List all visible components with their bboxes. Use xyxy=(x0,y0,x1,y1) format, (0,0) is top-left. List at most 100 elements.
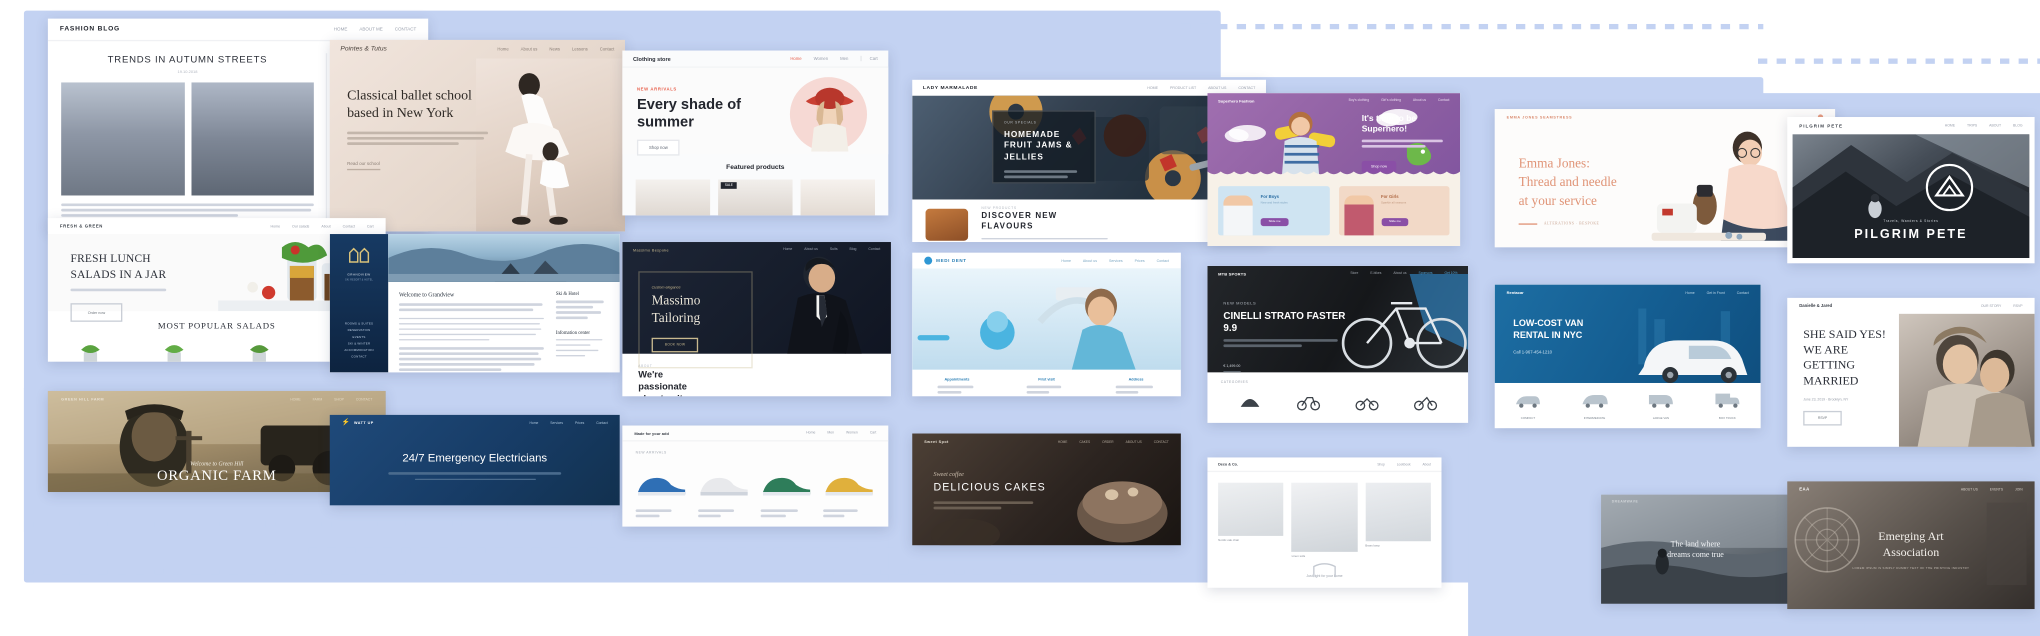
nav-item[interactable]: News xyxy=(549,47,560,52)
nav-item[interactable]: Lessons xyxy=(572,47,588,52)
product-item[interactable]: Brass lamp xyxy=(1365,482,1431,559)
order-button[interactable]: Order now xyxy=(70,303,123,323)
nav-item[interactable]: Contact xyxy=(868,247,880,251)
nav-item[interactable]: Home xyxy=(1061,259,1071,263)
vehicle-option[interactable]: COMPACT xyxy=(1513,391,1542,420)
product-thumb[interactable] xyxy=(800,179,876,216)
product-item[interactable]: Linen sofa xyxy=(1291,482,1358,559)
nav-item[interactable]: ROOMS & SUITES xyxy=(336,321,381,328)
nav-item[interactable]: Cart xyxy=(870,431,877,435)
nav-item[interactable]: Women xyxy=(846,431,858,435)
nav-item[interactable]: Prices xyxy=(1135,259,1145,263)
nav-item[interactable]: About us xyxy=(804,247,818,251)
nav-item[interactable]: Home xyxy=(497,47,508,52)
nav-item[interactable]: HOME xyxy=(1058,439,1068,443)
nav-item[interactable]: Services xyxy=(550,421,563,425)
card-dreams-sea[interactable]: DREAMWAVE The land where dreams come tru… xyxy=(1601,494,1790,604)
nav-item[interactable]: BLOG xyxy=(2013,124,2023,128)
nav-item[interactable]: Men xyxy=(840,56,848,61)
promo-button[interactable]: Slide me xyxy=(1260,218,1289,227)
nav-item[interactable]: Home xyxy=(1685,291,1694,295)
nav-item[interactable]: Services xyxy=(1109,259,1123,263)
card-shoe-shop[interactable]: Made for your add Home Men Women Cart NE… xyxy=(622,425,889,527)
feature-item[interactable]: Appointments xyxy=(937,376,977,396)
nav-item[interactable]: ORDER xyxy=(1102,439,1113,443)
card-van-rental[interactable]: Rentacar Home Get in Front Contact LOW-C… xyxy=(1494,284,1761,429)
nav-item[interactable]: RESERVATION xyxy=(336,328,381,335)
vehicle-option[interactable]: LARGE VAN xyxy=(1646,391,1675,420)
nav-item[interactable]: RSVP xyxy=(2013,304,2022,308)
price-link[interactable]: € 1,499.00 xyxy=(1223,364,1241,373)
nav-item[interactable]: About xyxy=(321,224,330,228)
product-thumb[interactable] xyxy=(635,179,711,216)
card-medi-dent[interactable]: MEDI DENT Home About us Services Prices … xyxy=(912,252,1181,397)
card-electricians[interactable]: ⚡ WATT UP Home Services Prices Contact 2… xyxy=(329,414,620,506)
card-massimo-tailoring[interactable]: Massimo Bespoke Home About us Suits Blog… xyxy=(622,242,891,397)
nav-item[interactable]: ACCOMMODATION xyxy=(336,348,381,355)
nav-item[interactable]: Home xyxy=(806,431,815,435)
card-kids-superhero[interactable]: Superhero Fashion Boy's clothing Girl's … xyxy=(1207,93,1461,247)
nav-item[interactable]: Contact xyxy=(1157,259,1169,263)
nav-item[interactable]: Contact xyxy=(596,421,607,425)
nav-item[interactable]: CONTACT xyxy=(1154,439,1169,443)
nav-item[interactable]: ABOUT xyxy=(1989,124,2001,128)
nav-item[interactable]: Home xyxy=(271,224,281,228)
nav-item[interactable]: Contact xyxy=(600,47,615,52)
nav-item[interactable]: HOME xyxy=(1147,86,1158,90)
cart-link[interactable]: Cart xyxy=(860,55,878,62)
nav-item[interactable]: Cart xyxy=(367,224,374,228)
nav-item[interactable]: Suits xyxy=(830,247,838,251)
feature-item[interactable]: Address xyxy=(1116,376,1156,396)
card-resort-hotel[interactable]: GRANDVIEW SKI RESORT & HOTEL ROOMS & SUI… xyxy=(329,234,620,373)
nav-item[interactable]: About us xyxy=(1083,259,1097,263)
nav-item[interactable]: Home xyxy=(783,247,792,251)
rsvp-button[interactable]: RSVP xyxy=(1803,410,1842,426)
card-clothing-store[interactable]: Clothing store Home Women Men Cart NEW A… xyxy=(622,50,889,216)
nav-item[interactable]: ABOUT US xyxy=(1208,86,1226,90)
promo-button[interactable]: Slide me xyxy=(1380,218,1409,227)
card-ballet-school[interactable]: Pointes & Tutus Home About us News Lesso… xyxy=(329,39,626,232)
nav-item[interactable]: CAKES xyxy=(1079,439,1090,443)
nav-item[interactable]: Contact xyxy=(343,224,355,228)
nav-item[interactable]: About xyxy=(1423,462,1431,466)
nav-item[interactable]: Blog xyxy=(850,247,857,251)
book-now-button[interactable]: BOOK NOW xyxy=(651,337,699,353)
nav-item[interactable]: Our salads xyxy=(292,224,309,228)
nav-item[interactable]: Shop xyxy=(1377,462,1384,466)
nav-item[interactable]: PRODUCT LIST xyxy=(1170,86,1196,90)
promo-card-boys[interactable]: For Boys New and fresh styles Slide me xyxy=(1218,186,1330,236)
vehicle-option[interactable]: BOX TRUCK xyxy=(1713,391,1742,420)
nav-item[interactable]: CONTACT xyxy=(395,27,416,32)
product-item[interactable]: Nordic oak chair xyxy=(1218,482,1284,559)
nav-item[interactable]: Women xyxy=(814,56,829,61)
card-interior-shop[interactable]: Deco & Co. Shop Lookbook About Nordic oa… xyxy=(1207,457,1442,588)
card-emma-jones[interactable]: EMMA JONES SEAMSTRESS Emma Jones: Thread… xyxy=(1494,109,1836,248)
nav-item[interactable]: EVENTS xyxy=(336,335,381,342)
nav-item[interactable]: Home xyxy=(529,421,538,425)
promo-card-girls[interactable]: For Girls Sparkle all seasons Slide me xyxy=(1338,186,1450,236)
nav-item[interactable]: Prices xyxy=(575,421,584,425)
nav-item[interactable]: About us xyxy=(521,47,538,52)
card-pilgrim-pete[interactable]: PILGRIM PETE HOME TRIPS ABOUT BLOG Trave… xyxy=(1787,117,2035,264)
nav-item[interactable]: OUR STORY xyxy=(1981,304,2001,308)
vehicle-option[interactable]: INTERMEDIATE xyxy=(1580,391,1609,420)
product-thumb[interactable]: SALE xyxy=(718,179,793,216)
nav-item[interactable]: ABOUT US xyxy=(1126,439,1142,443)
nav-item[interactable]: CONTACT xyxy=(336,355,381,362)
nav-item[interactable]: Contact xyxy=(1737,291,1749,295)
nav-item[interactable]: Get in Front xyxy=(1707,291,1725,295)
card-mtb-sports[interactable]: MTB SPORTS Store E-bikes About us Sponso… xyxy=(1207,265,1469,423)
shop-now-button[interactable]: Shop now xyxy=(636,140,680,156)
hero-link[interactable]: Read our school xyxy=(347,161,380,171)
nav-item[interactable]: Lookbook xyxy=(1397,462,1411,466)
card-art-association[interactable]: EAA ABOUT US EVENTS JOIN Emerging Art As… xyxy=(1787,481,2035,610)
card-wedding[interactable]: Danielle & Jared OUR STORY RSVP SHE SAID… xyxy=(1787,297,2035,447)
nav-item[interactable]: Home xyxy=(790,56,801,61)
feature-item[interactable]: First visit xyxy=(1026,376,1067,396)
nav-item[interactable]: Men xyxy=(827,431,834,435)
card-cakes[interactable]: Sweet Spot HOME CAKES ORDER ABOUT US CON… xyxy=(912,433,1181,546)
nav-item[interactable]: SKI & WINTER xyxy=(336,341,381,348)
nav-item[interactable]: CONTACT xyxy=(1238,86,1255,90)
nav-item[interactable]: HOME xyxy=(1945,124,1955,128)
nav-item[interactable]: ABOUT ME xyxy=(359,27,382,32)
